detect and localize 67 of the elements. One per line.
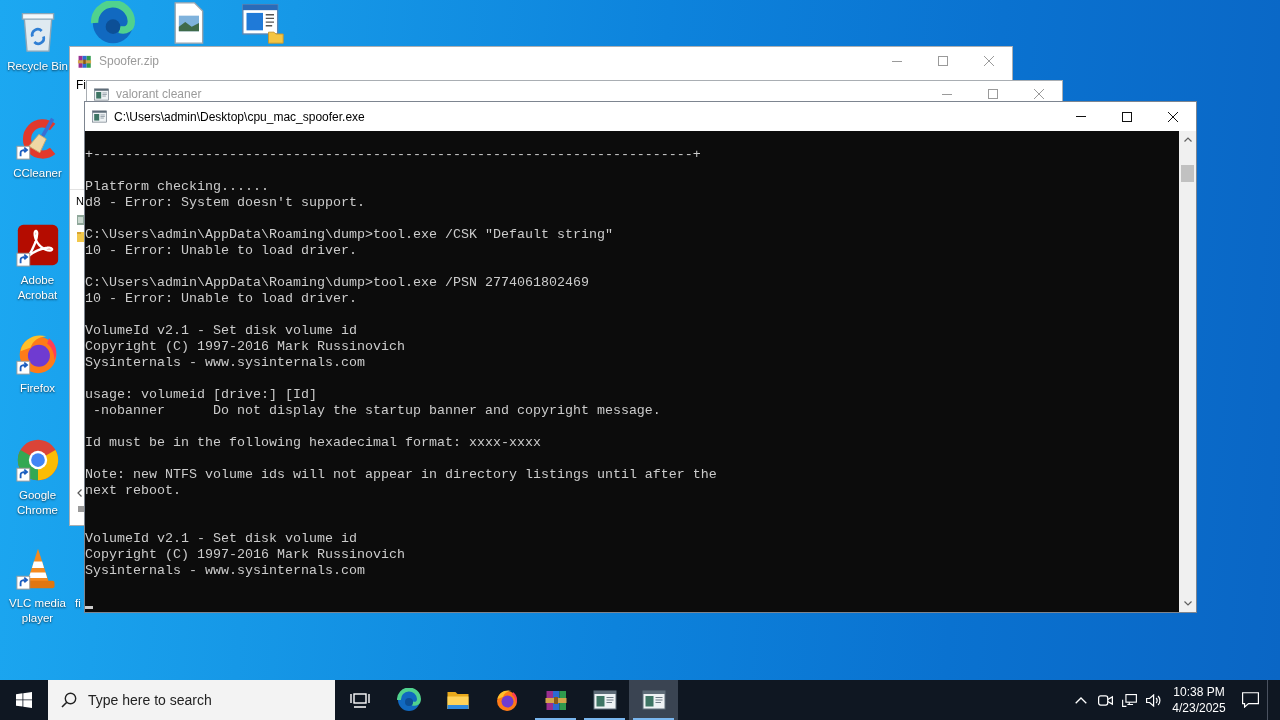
notification-icon <box>1241 692 1259 708</box>
console-line: VolumeId v2.1 - Set disk volume id <box>85 323 357 339</box>
maximize-icon <box>938 56 948 66</box>
console-line: C:\Users\admin\AppData\Roaming\dump>tool.exe /PSN 2774061802469 <box>85 275 589 291</box>
console-line: next reboot. <box>85 483 181 499</box>
search-icon <box>61 692 77 708</box>
window-title: valorant cleaner <box>116 87 202 101</box>
console-line: C:\Users\admin\AppData\Roaming\dump>tool.exe /CSK "Default string" <box>85 227 613 243</box>
console-line: Copyright (C) 1997-2016 Mark Russinovich <box>85 547 405 563</box>
browser-logo-icon[interactable] <box>90 1 135 45</box>
console-line: -nobanner Do not display the startup banner and copyright message. <box>92 403 661 419</box>
folder-icon <box>77 232 84 242</box>
windows-logo-icon <box>16 692 32 708</box>
volume-icon <box>1145 693 1161 707</box>
taskbar-button[interactable] <box>629 680 678 720</box>
console-line: Note: new NTFS volume ids will not appear in directory listings until after the <box>85 467 717 483</box>
console-window-icon <box>641 688 666 712</box>
console-window-icon <box>94 86 109 102</box>
desktop-icon-label[interactable]: fi <box>75 596 81 611</box>
console-line: 10 - Error: Unable to load driver. <box>85 243 357 259</box>
file-icon <box>77 215 84 225</box>
console-window-icon <box>92 109 107 124</box>
network-icon <box>1121 693 1137 707</box>
scrollbar-thumb[interactable] <box>1181 165 1194 182</box>
desktop-icon-label[interactable]: Google Chrome <box>6 488 69 518</box>
close-icon <box>984 56 994 66</box>
window-title: Spoofer.zip <box>99 54 160 68</box>
console-line: VolumeId v2.1 - Set disk volume id <box>85 531 357 547</box>
minimize-icon <box>1076 116 1086 117</box>
clock-time[interactable]: 10:38 PM <box>1173 684 1225 700</box>
console-line: +---------------------------------------------------------------------------+ <box>85 147 701 163</box>
chevron-up-icon <box>1075 696 1087 704</box>
app-window-icon[interactable] <box>240 1 285 45</box>
task-view-icon <box>349 692 370 708</box>
pdf-logo-icon[interactable] <box>15 223 60 267</box>
close-icon <box>1168 111 1178 122</box>
console-window-icon <box>592 688 617 712</box>
desktop-icon-label[interactable]: Recycle Bin <box>7 59 68 74</box>
desktop-icon-label[interactable]: Firefox <box>19 381 56 396</box>
column-header[interactable]: N <box>76 195 84 207</box>
minimize-icon <box>942 93 952 95</box>
vertical-scrollbar[interactable] <box>1179 131 1196 612</box>
console-line: Sysinternals - www.sysinternals.com <box>85 355 365 371</box>
browser-logo-icon <box>396 688 421 712</box>
maximize-icon <box>988 89 998 99</box>
console-line: Copyright (C) 1997-2016 Mark Russinovich <box>85 339 405 355</box>
console-line: Platform checking...... <box>85 179 269 195</box>
maximize-icon <box>1122 111 1132 122</box>
browser-logo-icon <box>494 688 519 712</box>
desktop-icon-label[interactable]: VLC media player <box>6 596 69 626</box>
text-cursor <box>85 606 93 609</box>
browser-logo-icon[interactable] <box>15 438 60 482</box>
minimize-icon <box>892 60 902 62</box>
console-line: Id must be in the following hexadecimal format: xxxx-xxxx <box>85 435 541 451</box>
window-title: C:\Users\admin\Desktop\cpu_mac_spoofer.exe <box>114 109 365 124</box>
desktop-icon-label[interactable]: CCleaner <box>13 166 62 181</box>
console-line: Sysinternals - www.sysinternals.com <box>85 563 365 579</box>
menu-item[interactable]: Fi <box>76 78 86 92</box>
archive-books-icon <box>77 53 92 69</box>
video-camera-icon <box>1097 693 1113 707</box>
console-line: usage: volumeid [drive:] [Id] <box>85 387 317 403</box>
console-line: d8 - Error: System doesn't support. <box>85 195 365 211</box>
console-line: 10 - Error: Unable to load driver. <box>85 291 357 307</box>
archive-books-icon <box>543 688 568 712</box>
desktop-icon-label[interactable]: Adobe Acrobat <box>6 273 69 303</box>
close-icon <box>1034 89 1044 99</box>
clock-date[interactable]: 4/23/2025 <box>1172 700 1226 716</box>
